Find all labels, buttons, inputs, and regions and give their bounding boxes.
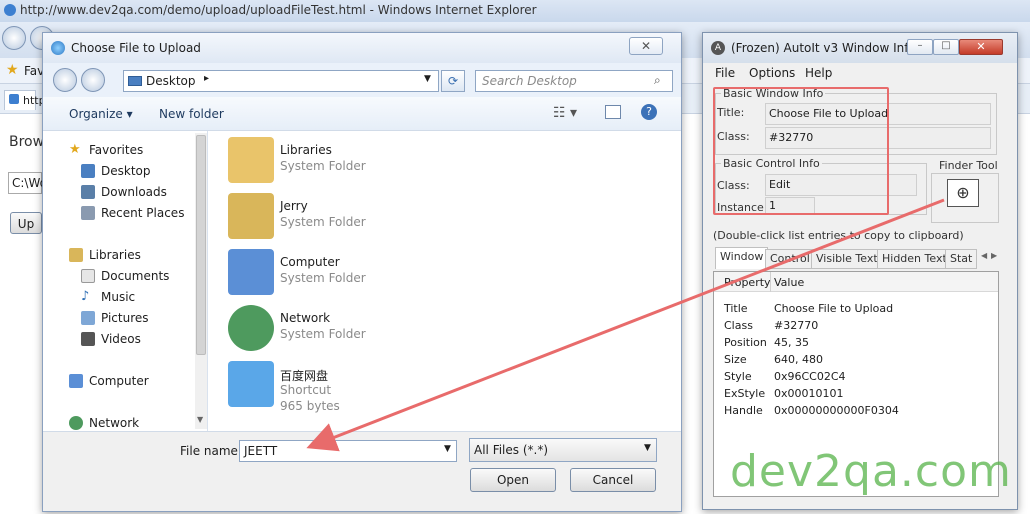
watermark-text: dev2qa.com: [730, 446, 1012, 497]
annotation-arrow: [306, 198, 945, 452]
